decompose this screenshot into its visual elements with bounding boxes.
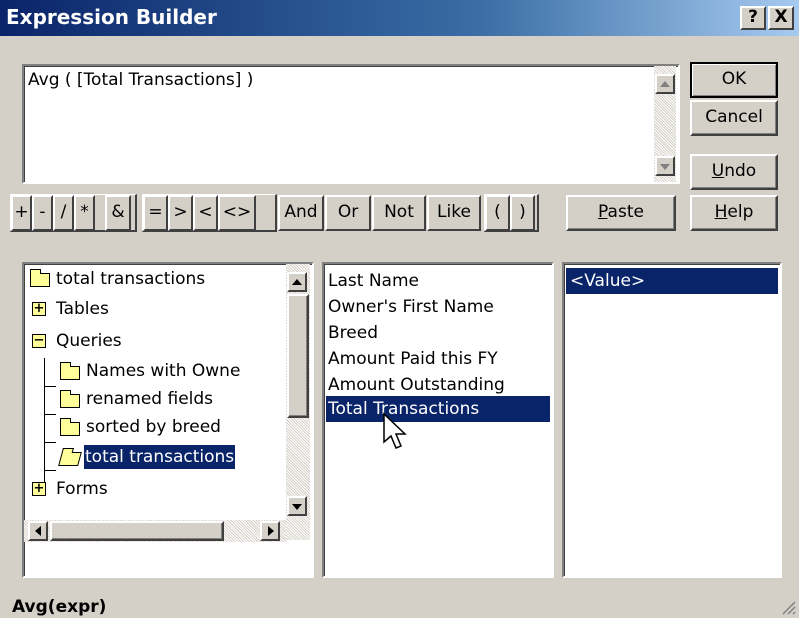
equals-operator-button[interactable]: = xyxy=(143,195,168,231)
plus-icon: + xyxy=(32,481,46,496)
and-operator-button[interactable]: And xyxy=(278,195,324,231)
list-item[interactable]: Owner's First Name xyxy=(328,294,494,320)
tree-item-tables[interactable]: + Tables xyxy=(28,296,109,322)
tree-item[interactable]: sorted by breed xyxy=(58,414,221,440)
expression-textarea[interactable]: Avg ( [Total Transactions] ) xyxy=(22,64,680,184)
folder-icon xyxy=(60,418,80,436)
minus-operator-button[interactable]: - xyxy=(32,195,53,231)
tree-connector xyxy=(44,470,56,471)
expression-scroll-up-button[interactable] xyxy=(655,74,675,94)
tree-connector xyxy=(44,442,56,443)
divide-operator-button[interactable]: / xyxy=(53,195,74,231)
window-title: Expression Builder xyxy=(6,5,217,29)
open-paren-button[interactable]: ( xyxy=(485,195,510,231)
minus-icon: − xyxy=(32,333,46,348)
title-bar: Expression Builder ? X xyxy=(0,0,799,36)
folder-icon xyxy=(30,269,50,287)
tree-item-queries[interactable]: − Queries xyxy=(28,328,122,354)
list-item[interactable]: Last Name xyxy=(328,268,419,294)
folder-icon xyxy=(60,362,80,380)
list-item-selected[interactable]: Total Transactions xyxy=(326,396,550,422)
tree-item-label: renamed fields xyxy=(86,389,214,409)
list-item[interactable]: Amount Paid this FY xyxy=(328,346,498,372)
undo-label: ndo xyxy=(724,161,757,181)
greater-than-operator-button[interactable]: > xyxy=(168,195,193,231)
down-arrow-icon xyxy=(660,164,670,170)
expression-scroll-down-button[interactable] xyxy=(655,156,675,176)
expression-text: Avg ( [Total Transactions] ) xyxy=(28,70,254,90)
values-list-pane[interactable]: <Value> xyxy=(562,262,782,578)
resize-grip-icon[interactable] xyxy=(779,598,797,616)
tree-connector xyxy=(44,414,56,415)
concat-operator-button[interactable]: & xyxy=(105,195,131,231)
tree-item-forms[interactable]: + Forms xyxy=(28,476,108,502)
cancel-button[interactable]: Cancel xyxy=(690,100,778,136)
tree-scroll-left-button[interactable] xyxy=(28,521,48,541)
tree-item-label: Names with Owne xyxy=(86,361,241,381)
up-arrow-icon xyxy=(292,279,302,285)
tree-item-selected[interactable]: total transactions xyxy=(58,444,236,470)
tree-item[interactable]: renamed fields xyxy=(58,386,213,412)
help-accel: H xyxy=(714,202,728,222)
mouse-pointer-icon xyxy=(383,412,407,449)
fields-list-pane[interactable]: Last Name Owner's First Name Breed Amoun… xyxy=(322,262,554,578)
not-operator-button[interactable]: Not xyxy=(372,195,426,231)
not-equal-operator-button[interactable]: <> xyxy=(218,195,256,231)
tree-item-label: sorted by breed xyxy=(86,417,221,437)
less-than-operator-button[interactable]: < xyxy=(193,195,218,231)
plus-operator-button[interactable]: + xyxy=(11,195,32,231)
open-folder-icon xyxy=(58,452,82,466)
list-item-selected[interactable]: <Value> xyxy=(566,268,778,294)
down-arrow-icon xyxy=(292,504,302,510)
help-caption-button[interactable]: ? xyxy=(740,6,766,30)
right-arrow-icon xyxy=(268,526,274,536)
tree-item-label: Tables xyxy=(56,299,109,319)
tree-scroll-up-button[interactable] xyxy=(287,272,307,292)
paste-button[interactable]: Paste xyxy=(566,195,676,231)
help-label: elp xyxy=(727,202,754,222)
tree-connector xyxy=(44,386,56,387)
paste-accel: P xyxy=(598,202,608,222)
or-operator-button[interactable]: Or xyxy=(325,195,371,231)
help-button[interactable]: Help xyxy=(690,195,778,231)
close-caption-button[interactable]: X xyxy=(768,6,794,30)
plus-icon: + xyxy=(32,301,46,316)
tree-item[interactable]: total transactions xyxy=(28,266,205,292)
tree-item-label: total transactions xyxy=(56,269,206,289)
undo-accel: U xyxy=(711,161,725,181)
tree-scroll-down-button[interactable] xyxy=(287,496,307,516)
multiply-operator-button[interactable]: * xyxy=(74,195,95,231)
folder-icon xyxy=(60,390,80,408)
tree-scroll-right-button[interactable] xyxy=(260,521,280,541)
paste-label: aste xyxy=(607,202,644,222)
list-item[interactable]: Amount Outstanding xyxy=(328,372,505,398)
tree-item-label: Queries xyxy=(56,331,122,351)
tree-item-label: Forms xyxy=(56,479,108,499)
left-arrow-icon xyxy=(35,526,41,536)
tree-item-label: total transactions xyxy=(84,445,236,469)
syntax-status-text: Avg(expr) xyxy=(12,597,107,617)
tree-hscroll-thumb[interactable] xyxy=(50,521,224,541)
list-item[interactable]: Breed xyxy=(328,320,378,346)
close-paren-button[interactable]: ) xyxy=(510,195,535,231)
tree-scroll-thumb[interactable] xyxy=(287,294,309,418)
object-tree-pane[interactable]: total transactions + Tables − Queries Na… xyxy=(22,262,314,578)
up-arrow-icon xyxy=(660,81,670,87)
undo-button[interactable]: Undo xyxy=(690,154,778,190)
tree-item[interactable]: Names with Owne xyxy=(58,358,240,384)
like-operator-button[interactable]: Like xyxy=(427,195,481,231)
ok-button[interactable]: OK xyxy=(690,62,778,98)
